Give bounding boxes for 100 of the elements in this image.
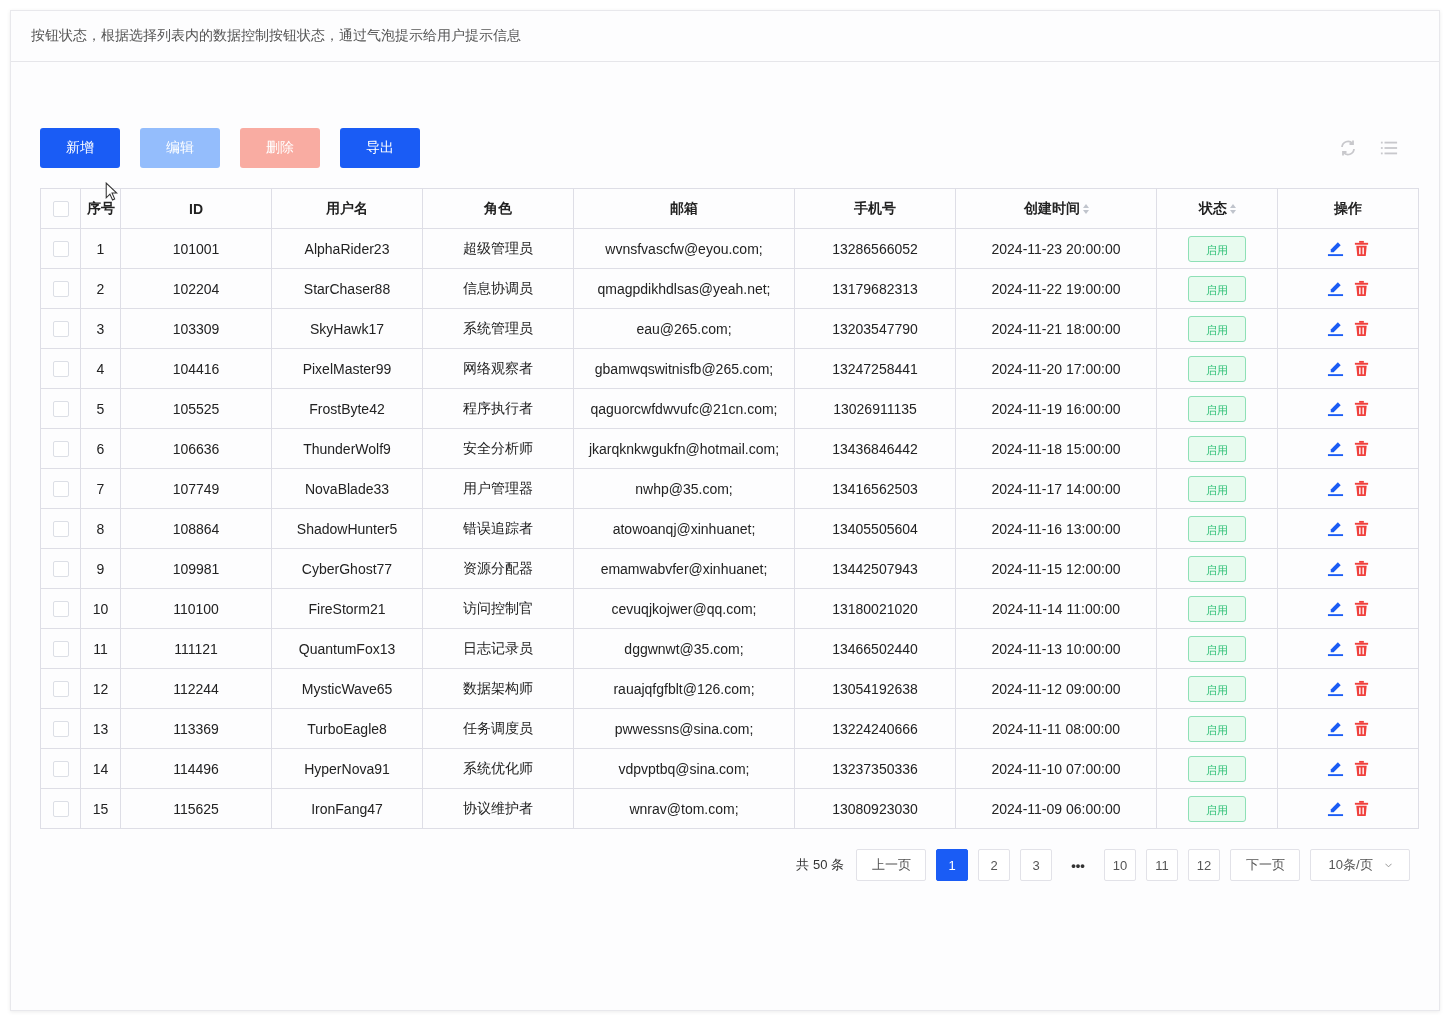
page-ellipsis[interactable]: •••	[1062, 857, 1094, 873]
status-tag: 启用	[1188, 475, 1246, 502]
page-button[interactable]: 1	[936, 849, 968, 881]
row-checkbox[interactable]	[52, 241, 69, 258]
table-cell: 2024-11-09 06:00:00	[991, 800, 1121, 817]
table-cell: FireStorm21	[308, 600, 386, 617]
table-cell: 13286566052	[832, 240, 918, 257]
table-cell: 109981	[172, 560, 220, 577]
table-cell: 数据架构师	[463, 679, 533, 696]
edit-icon[interactable]	[1326, 320, 1344, 338]
status-tag: 启用	[1188, 235, 1246, 262]
table-cell: 13442507943	[832, 560, 918, 577]
delete-icon[interactable]	[1352, 640, 1370, 658]
delete-icon[interactable]	[1352, 240, 1370, 258]
edit-icon[interactable]	[1326, 360, 1344, 378]
edit-icon[interactable]	[1326, 600, 1344, 618]
delete-icon[interactable]	[1352, 760, 1370, 778]
table-cell: eau@265.com;	[636, 320, 732, 337]
table-cell: CyberGhost77	[301, 560, 393, 577]
table-cell: atowoanqj@xinhuanet;	[612, 520, 756, 537]
delete-icon[interactable]	[1352, 360, 1370, 378]
status-tag: 启用	[1188, 795, 1246, 822]
table-cell: 2024-11-21 18:00:00	[991, 320, 1121, 337]
page-button[interactable]: 12	[1188, 849, 1220, 881]
table-cell: 6	[96, 440, 105, 457]
table-cell: nwhp@35.com;	[635, 480, 733, 497]
table-cell: 1	[96, 240, 105, 257]
page-button[interactable]: 2	[978, 849, 1010, 881]
delete-icon[interactable]	[1352, 320, 1370, 338]
table-cell: 110100	[173, 600, 219, 617]
row-checkbox[interactable]	[52, 281, 69, 298]
table-cell: 2024-11-11 08:00:00	[992, 720, 1120, 737]
row-checkbox[interactable]	[52, 561, 69, 578]
edit-icon[interactable]	[1326, 520, 1344, 538]
row-checkbox[interactable]	[52, 721, 69, 738]
table-cell: 协议维护者	[463, 799, 533, 816]
status-tag: 启用	[1188, 595, 1246, 622]
table-cell: 13026911135	[833, 400, 917, 417]
table-cell: IronFang47	[311, 800, 383, 817]
table-cell: 13416562503	[832, 480, 918, 497]
edit-icon[interactable]	[1326, 400, 1344, 418]
table-cell: 111121	[174, 640, 218, 657]
edit-icon[interactable]	[1326, 720, 1344, 738]
page-size-select[interactable]: 10条/页	[1310, 849, 1410, 881]
prev-page-button[interactable]: 上一页	[856, 849, 926, 881]
edit-icon[interactable]	[1326, 680, 1344, 698]
edit-icon[interactable]	[1326, 480, 1344, 498]
table-cell: 13436846442	[832, 440, 918, 457]
edit-icon[interactable]	[1326, 640, 1344, 658]
table-cell: 2024-11-16 13:00:00	[991, 520, 1121, 537]
row-checkbox[interactable]	[52, 441, 69, 458]
table-cell: 2024-11-19 16:00:00	[991, 400, 1121, 417]
toolbar-button[interactable]: 导出	[340, 128, 420, 168]
table-cell: StarChaser88	[303, 280, 391, 297]
edit-icon[interactable]	[1326, 280, 1344, 298]
delete-icon[interactable]	[1352, 440, 1370, 458]
delete-icon[interactable]	[1352, 280, 1370, 298]
row-checkbox[interactable]	[52, 801, 69, 818]
page-button[interactable]: 3	[1020, 849, 1052, 881]
column-header: 创建时间	[1023, 199, 1080, 218]
edit-icon[interactable]	[1326, 760, 1344, 778]
row-checkbox[interactable]	[52, 761, 69, 778]
delete-icon[interactable]	[1352, 720, 1370, 738]
table-cell: NovaBlade33	[304, 480, 390, 497]
edit-icon[interactable]	[1326, 440, 1344, 458]
row-checkbox[interactable]	[52, 521, 69, 538]
toolbar-button[interactable]: 新增	[40, 128, 120, 168]
row-checkbox[interactable]	[52, 361, 69, 378]
table-cell: wnrav@tom.com;	[629, 800, 739, 817]
delete-icon[interactable]	[1352, 400, 1370, 418]
table-cell: 105525	[172, 400, 220, 417]
delete-icon[interactable]	[1352, 520, 1370, 538]
row-checkbox[interactable]	[52, 681, 69, 698]
table-cell: 103309	[172, 320, 220, 337]
delete-icon[interactable]	[1352, 600, 1370, 618]
delete-icon[interactable]	[1352, 480, 1370, 498]
delete-icon[interactable]	[1352, 560, 1370, 578]
next-page-button[interactable]: 下一页	[1230, 849, 1300, 881]
row-checkbox[interactable]	[52, 481, 69, 498]
edit-icon[interactable]	[1326, 800, 1344, 818]
delete-icon[interactable]	[1352, 680, 1370, 698]
row-checkbox[interactable]	[52, 641, 69, 658]
table-cell: 系统管理员	[463, 319, 533, 336]
select-all-checkbox[interactable]	[52, 201, 69, 218]
table-cell: emamwabvfer@xinhuanet;	[600, 560, 768, 577]
row-checkbox[interactable]	[52, 601, 69, 618]
row-checkbox[interactable]	[52, 401, 69, 418]
page-button[interactable]: 11	[1146, 849, 1178, 881]
table-cell: 2	[96, 280, 105, 297]
table-cell: 访问控制官	[463, 599, 533, 616]
table-cell: 2024-11-12 09:00:00	[991, 680, 1121, 697]
row-checkbox[interactable]	[52, 321, 69, 338]
delete-icon[interactable]	[1352, 800, 1370, 818]
table-cell: HyperNova91	[304, 760, 390, 777]
table-cell: 113369	[173, 720, 219, 737]
table-cell: 104416	[172, 360, 220, 377]
page-button[interactable]: 10	[1104, 849, 1136, 881]
table-cell: 2024-11-23 20:00:00	[991, 240, 1121, 257]
edit-icon[interactable]	[1326, 560, 1344, 578]
edit-icon[interactable]	[1326, 240, 1344, 258]
